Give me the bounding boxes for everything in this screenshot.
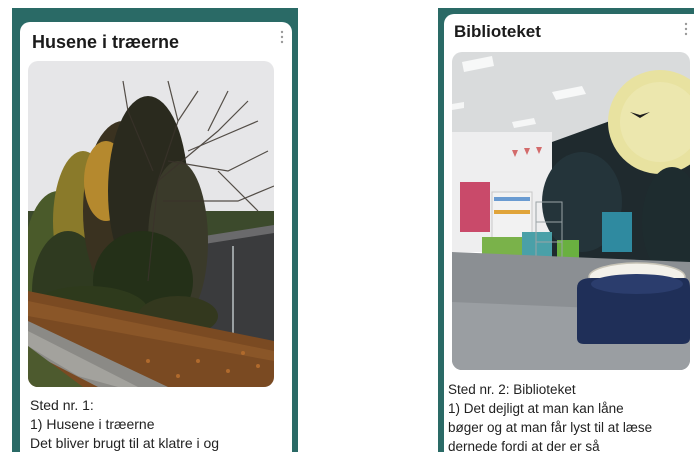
phone-frame-left: Husene i træerne Sted nr. 1: 1) Husene i… <box>12 8 298 452</box>
caption-line: Sted nr. 1: <box>30 397 94 413</box>
caption-line: 1) Husene i træerne <box>30 416 155 432</box>
caption-line: 1) Det dejligt at man kan låne <box>448 401 624 416</box>
screenshot-stage: Husene i træerne Sted nr. 1: 1) Husene i… <box>0 0 694 452</box>
more-vertical-icon[interactable] <box>278 30 286 44</box>
caption-line: dernede fordi at der er så <box>448 439 600 452</box>
card-header: Biblioteket <box>444 14 694 52</box>
card-header: Husene i træerne <box>20 22 292 60</box>
card-title: Husene i træerne <box>32 32 180 52</box>
caption-line: Det bliver brugt til at klatre i og <box>30 435 220 451</box>
post-caption: Sted nr. 2: Biblioteket 1) Det dejligt a… <box>448 380 692 452</box>
trees-photo[interactable] <box>28 61 274 387</box>
card-title: Biblioteket <box>454 22 541 41</box>
library-photo[interactable] <box>452 52 690 370</box>
caption-line: bøger og at man får lyst til at læse <box>448 420 653 435</box>
post-caption: Sted nr. 1: 1) Husene i træerne Det bliv… <box>30 396 286 452</box>
post-card-trees[interactable]: Husene i træerne Sted nr. 1: 1) Husene i… <box>20 22 292 452</box>
caption-line: Sted nr. 2: Biblioteket <box>448 382 576 397</box>
more-vertical-icon[interactable] <box>682 22 690 36</box>
post-card-library[interactable]: Biblioteket Sted nr. 2: Biblioteket 1) D… <box>444 14 694 452</box>
phone-frame-right: Biblioteket Sted nr. 2: Biblioteket 1) D… <box>438 8 694 452</box>
